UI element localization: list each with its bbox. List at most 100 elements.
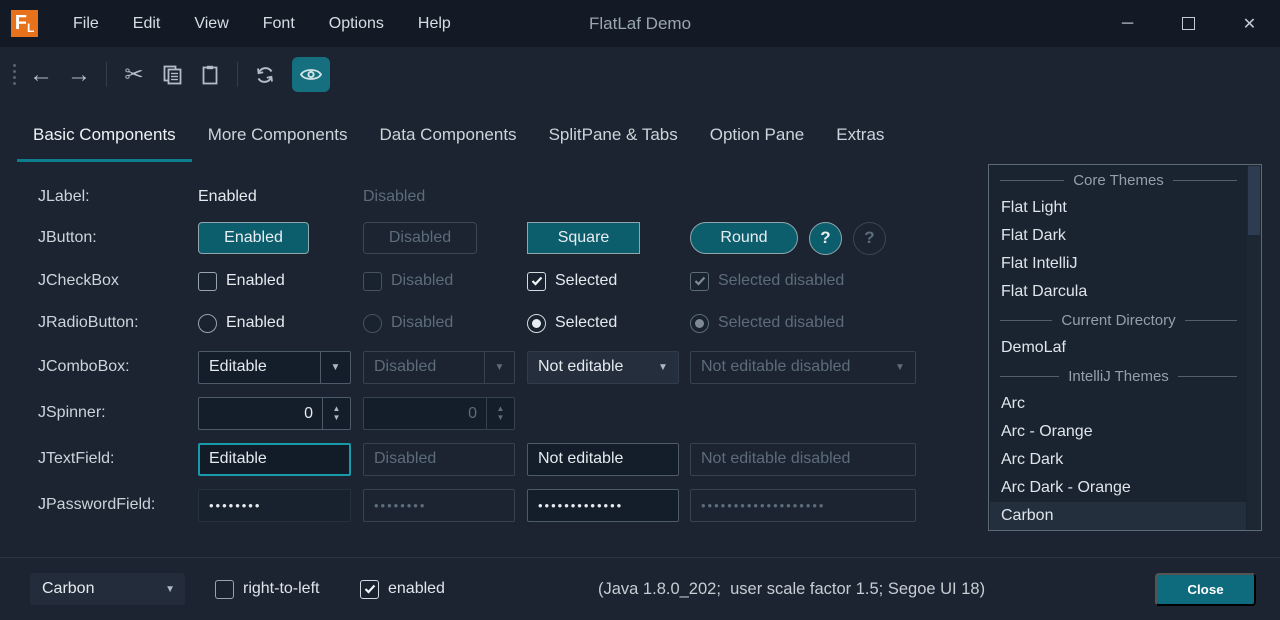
- close-button[interactable]: Close: [1155, 573, 1256, 606]
- radio-enabled[interactable]: Enabled: [198, 306, 351, 340]
- titlebar: F L File Edit View Font Options Help Fla…: [0, 0, 1280, 47]
- minimize-button[interactable]: ─: [1097, 0, 1158, 47]
- spinner-enabled[interactable]: 0 ▲▼: [198, 397, 351, 430]
- copy-icon: [163, 65, 182, 85]
- right-to-left-checkbox[interactable]: right-to-left: [215, 573, 319, 605]
- jcheckbox-row-label: JCheckBox: [38, 264, 119, 298]
- back-icon: ←: [29, 57, 53, 93]
- spinner-buttons: ▲▼: [486, 398, 514, 429]
- spinner-down-icon[interactable]: ▼: [333, 413, 341, 422]
- row-jradiobutton: JRadioButton: Enabled Disabled Selected …: [0, 306, 960, 340]
- menu-help[interactable]: Help: [401, 0, 468, 47]
- jtextfield-row-label: JTextField:: [38, 442, 114, 476]
- app-logo: F L: [11, 10, 38, 37]
- themes-list: Core Themes Flat Light Flat Dark Flat In…: [988, 164, 1262, 531]
- tab-more-components[interactable]: More Components: [192, 110, 364, 162]
- menu-font[interactable]: Font: [246, 0, 312, 47]
- jlabel-disabled: Disabled: [363, 180, 515, 214]
- passwordfield-disabled: ••••••••: [363, 489, 515, 522]
- refresh-button[interactable]: [246, 57, 284, 93]
- toolbar-separator: [237, 62, 238, 87]
- round-button[interactable]: Round: [690, 222, 798, 254]
- textfield-not-editable[interactable]: Not editable: [527, 443, 679, 476]
- minimize-icon: ─: [1122, 15, 1133, 33]
- menu-view[interactable]: View: [177, 0, 245, 47]
- checkbox-enabled[interactable]: Enabled: [198, 264, 351, 298]
- theme-item-flat-dark[interactable]: Flat Dark: [990, 222, 1246, 250]
- checkbox-checked-icon: [360, 580, 379, 599]
- themes-scrollbar[interactable]: [1247, 165, 1261, 530]
- help-button-disabled[interactable]: ?: [853, 222, 886, 255]
- spinner-value[interactable]: 0: [199, 398, 322, 429]
- help-button[interactable]: ?: [809, 222, 842, 255]
- square-button[interactable]: Square: [527, 222, 640, 254]
- jpasswordfield-row-label: JPasswordField:: [38, 488, 155, 522]
- row-jpasswordfield: JPasswordField: •••••••• •••••••• ••••••…: [0, 488, 960, 522]
- checkbox-selected[interactable]: Selected: [527, 264, 679, 298]
- menu-file[interactable]: File: [56, 0, 116, 47]
- theme-group-separator: Current Directory: [990, 306, 1246, 334]
- spinner-disabled: 0 ▲▼: [363, 397, 515, 430]
- tab-splitpane-tabs[interactable]: SplitPane & Tabs: [533, 110, 694, 162]
- radio-disabled: Disabled: [363, 306, 515, 340]
- theme-item-flat-darcula[interactable]: Flat Darcula: [990, 278, 1246, 306]
- checkbox-disabled: Disabled: [363, 264, 515, 298]
- tab-option-pane[interactable]: Option Pane: [694, 110, 821, 162]
- refresh-icon: [255, 65, 275, 85]
- paste-button[interactable]: [191, 57, 229, 93]
- menu-edit[interactable]: Edit: [116, 0, 178, 47]
- disabled-button[interactable]: Disabled: [363, 222, 477, 254]
- row-jtextfield: JTextField: Editable Disabled Not editab…: [0, 442, 960, 476]
- theme-item-flat-intellij[interactable]: Flat IntelliJ: [990, 250, 1246, 278]
- cut-icon: ✂: [124, 61, 143, 88]
- back-button[interactable]: ←: [22, 57, 60, 93]
- show-hidden-toggle[interactable]: [292, 57, 330, 92]
- tab-extras[interactable]: Extras: [820, 110, 900, 162]
- passwordfield-editable[interactable]: ••••••••: [198, 489, 351, 522]
- toolbar-grip[interactable]: [13, 64, 16, 85]
- theme-item-carbon[interactable]: Carbon: [990, 502, 1246, 530]
- theme-select-combobox[interactable]: Carbon ▼: [30, 573, 185, 605]
- forward-icon: →: [67, 57, 91, 93]
- combobox-editable[interactable]: Editable▼: [198, 351, 351, 384]
- enabled-checkbox[interactable]: enabled: [360, 573, 445, 605]
- menu-options[interactable]: Options: [312, 0, 401, 47]
- tab-data-components[interactable]: Data Components: [364, 110, 533, 162]
- radio-selected-icon: [690, 314, 709, 333]
- close-window-button[interactable]: ✕: [1219, 0, 1280, 47]
- theme-item-flat-light[interactable]: Flat Light: [990, 194, 1246, 222]
- textfield-editable[interactable]: Editable: [198, 443, 351, 476]
- spinner-buttons[interactable]: ▲▼: [322, 398, 350, 429]
- maximize-button[interactable]: [1158, 0, 1219, 47]
- checkbox-icon: [363, 272, 382, 291]
- checkbox-selected-disabled: Selected disabled: [690, 264, 916, 298]
- combobox-disabled: Disabled▼: [363, 351, 515, 384]
- themes-list-items: Core Themes Flat Light Flat Dark Flat In…: [990, 166, 1246, 530]
- cut-button[interactable]: ✂: [115, 57, 153, 93]
- theme-item-demolaf[interactable]: DemoLaf: [990, 334, 1246, 362]
- radio-selected-disabled: Selected disabled: [690, 306, 916, 340]
- theme-item-arc[interactable]: Arc: [990, 390, 1246, 418]
- spinner-value: 0: [364, 398, 486, 429]
- window-controls: ─ ✕: [1097, 0, 1280, 47]
- chevron-down-icon[interactable]: ▼: [320, 352, 350, 383]
- spinner-up-icon[interactable]: ▲: [333, 404, 341, 413]
- forward-button[interactable]: →: [60, 57, 98, 93]
- jlabel-row-label: JLabel:: [38, 180, 90, 214]
- theme-item-arc-orange[interactable]: Arc - Orange: [990, 418, 1246, 446]
- tabbar: Basic Components More Components Data Co…: [0, 110, 1280, 162]
- app-window: F L File Edit View Font Options Help Fla…: [0, 0, 1280, 620]
- combobox-not-editable-disabled: Not editable disabled▼: [690, 351, 916, 384]
- menubar: File Edit View Font Options Help: [56, 0, 468, 47]
- theme-item-arc-dark-orange[interactable]: Arc Dark - Orange: [990, 474, 1246, 502]
- copy-button[interactable]: [153, 57, 191, 93]
- enabled-button[interactable]: Enabled: [198, 222, 309, 254]
- combobox-not-editable[interactable]: Not editable▼: [527, 351, 679, 384]
- radio-selected[interactable]: Selected: [527, 306, 679, 340]
- theme-item-arc-dark[interactable]: Arc Dark: [990, 446, 1246, 474]
- scrollbar-thumb[interactable]: [1248, 166, 1260, 235]
- jcombobox-row-label: JComboBox:: [38, 350, 130, 384]
- passwordfield-not-editable[interactable]: •••••••••••••: [527, 489, 679, 522]
- toolbar-separator: [106, 62, 107, 87]
- tab-basic-components[interactable]: Basic Components: [17, 110, 192, 162]
